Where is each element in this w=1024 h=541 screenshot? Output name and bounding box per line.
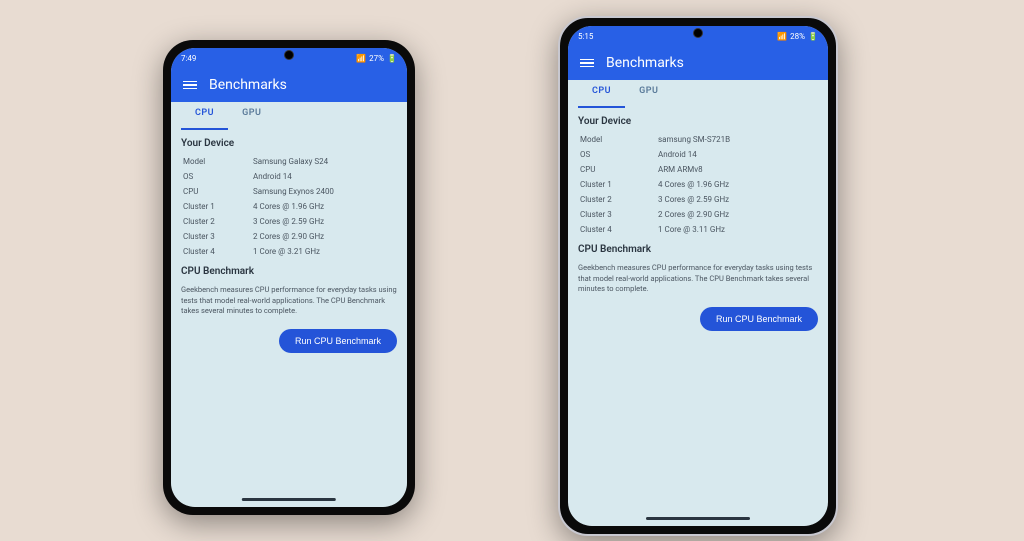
spec-value: Samsung Exynos 2400 (253, 187, 397, 196)
tab-bar: CPU GPU (568, 80, 828, 108)
spec-value: 4 Cores @ 1.96 GHz (658, 180, 818, 189)
spec-label: Cluster 2 (183, 217, 253, 226)
spec-label: Model (580, 135, 658, 144)
spec-value: ARM ARMv8 (658, 165, 818, 174)
benchmark-description: Geekbench measures CPU performance for e… (181, 285, 397, 317)
spec-value: Samsung Galaxy S24 (253, 157, 397, 166)
benchmark-card: CPU Benchmark Geekbench measures CPU per… (578, 244, 818, 331)
spec-label: Model (183, 157, 253, 166)
app-title: Benchmarks (606, 55, 684, 71)
spec-value: 2 Cores @ 2.90 GHz (658, 210, 818, 219)
spec-value: Android 14 (253, 172, 397, 181)
spec-value: 3 Cores @ 2.59 GHz (253, 217, 397, 226)
spec-value: 1 Core @ 3.21 GHz (253, 247, 397, 256)
spec-label: Cluster 2 (580, 195, 658, 204)
status-right: 📶 27% 🔋 (356, 54, 397, 63)
tab-cpu[interactable]: CPU (181, 102, 228, 130)
signal-icon: 📶 (777, 32, 787, 41)
section-title-benchmark: CPU Benchmark (181, 266, 397, 277)
tab-bar: CPU GPU (171, 102, 407, 130)
status-time: 5:15 (578, 32, 593, 41)
tab-cpu[interactable]: CPU (578, 80, 625, 108)
tab-gpu[interactable]: GPU (625, 80, 672, 108)
status-right: 📶 28% 🔋 (777, 32, 818, 41)
section-title-device: Your Device (578, 116, 818, 127)
battery-text: 28% (790, 32, 805, 41)
menu-icon[interactable] (580, 59, 594, 68)
content-area: Your Device ModelSamsung Galaxy S24 OSAn… (171, 130, 407, 507)
nav-bar-handle[interactable] (242, 498, 336, 501)
camera-punch-hole (284, 50, 294, 60)
spec-label: Cluster 1 (580, 180, 658, 189)
spec-value: 2 Cores @ 2.90 GHz (253, 232, 397, 241)
spec-value: Android 14 (658, 150, 818, 159)
spec-row: Modelsamsung SM-S721B (578, 135, 818, 144)
spec-label: Cluster 4 (580, 225, 658, 234)
spec-row: Cluster 14 Cores @ 1.96 GHz (578, 180, 818, 189)
spec-row: Cluster 41 Core @ 3.21 GHz (181, 247, 397, 256)
spec-label: CPU (580, 165, 658, 174)
spec-label: CPU (183, 187, 253, 196)
spec-value: 3 Cores @ 2.59 GHz (658, 195, 818, 204)
battery-icon: 🔋 (808, 32, 818, 41)
screen: 7:49 📶 27% 🔋 Benchmarks CPU GPU Your Dev… (171, 48, 407, 507)
spec-row: CPUSamsung Exynos 2400 (181, 187, 397, 196)
phone-device-right: 5:15 📶 28% 🔋 Benchmarks CPU GPU Your Dev… (558, 16, 838, 536)
spec-row: OSAndroid 14 (578, 150, 818, 159)
spec-value: samsung SM-S721B (658, 135, 818, 144)
button-container: Run CPU Benchmark (181, 329, 397, 353)
spec-label: Cluster 4 (183, 247, 253, 256)
spec-row: Cluster 23 Cores @ 2.59 GHz (181, 217, 397, 226)
spec-row: ModelSamsung Galaxy S24 (181, 157, 397, 166)
phone-device-left: 7:49 📶 27% 🔋 Benchmarks CPU GPU Your Dev… (163, 40, 415, 515)
spec-row: OSAndroid 14 (181, 172, 397, 181)
spec-row: Cluster 23 Cores @ 2.59 GHz (578, 195, 818, 204)
app-bar: Benchmarks (568, 46, 828, 80)
run-cpu-benchmark-button[interactable]: Run CPU Benchmark (279, 329, 397, 353)
battery-icon: 🔋 (387, 54, 397, 63)
spec-row: Cluster 14 Cores @ 1.96 GHz (181, 202, 397, 211)
spec-row: CPUARM ARMv8 (578, 165, 818, 174)
menu-icon[interactable] (183, 81, 197, 90)
device-info-card: Your Device Modelsamsung SM-S721B OSAndr… (578, 116, 818, 234)
spec-value: 1 Core @ 3.11 GHz (658, 225, 818, 234)
spec-row: Cluster 41 Core @ 3.11 GHz (578, 225, 818, 234)
screen: 5:15 📶 28% 🔋 Benchmarks CPU GPU Your Dev… (568, 26, 828, 526)
run-cpu-benchmark-button[interactable]: Run CPU Benchmark (700, 307, 818, 331)
spec-label: OS (580, 150, 658, 159)
app-bar: Benchmarks (171, 68, 407, 102)
spec-row: Cluster 32 Cores @ 2.90 GHz (578, 210, 818, 219)
spec-label: Cluster 3 (183, 232, 253, 241)
spec-label: Cluster 1 (183, 202, 253, 211)
nav-bar-handle[interactable] (646, 517, 750, 520)
spec-value: 4 Cores @ 1.96 GHz (253, 202, 397, 211)
section-title-device: Your Device (181, 138, 397, 149)
button-container: Run CPU Benchmark (578, 307, 818, 331)
section-title-benchmark: CPU Benchmark (578, 244, 818, 255)
camera-punch-hole (693, 28, 703, 38)
tab-gpu[interactable]: GPU (228, 102, 275, 130)
spec-label: Cluster 3 (580, 210, 658, 219)
signal-icon: 📶 (356, 54, 366, 63)
spec-label: OS (183, 172, 253, 181)
content-area: Your Device Modelsamsung SM-S721B OSAndr… (568, 108, 828, 526)
app-title: Benchmarks (209, 77, 287, 93)
spec-row: Cluster 32 Cores @ 2.90 GHz (181, 232, 397, 241)
benchmark-card: CPU Benchmark Geekbench measures CPU per… (181, 266, 397, 353)
device-info-card: Your Device ModelSamsung Galaxy S24 OSAn… (181, 138, 397, 256)
battery-text: 27% (369, 54, 384, 63)
benchmark-description: Geekbench measures CPU performance for e… (578, 263, 818, 295)
status-time: 7:49 (181, 54, 196, 63)
